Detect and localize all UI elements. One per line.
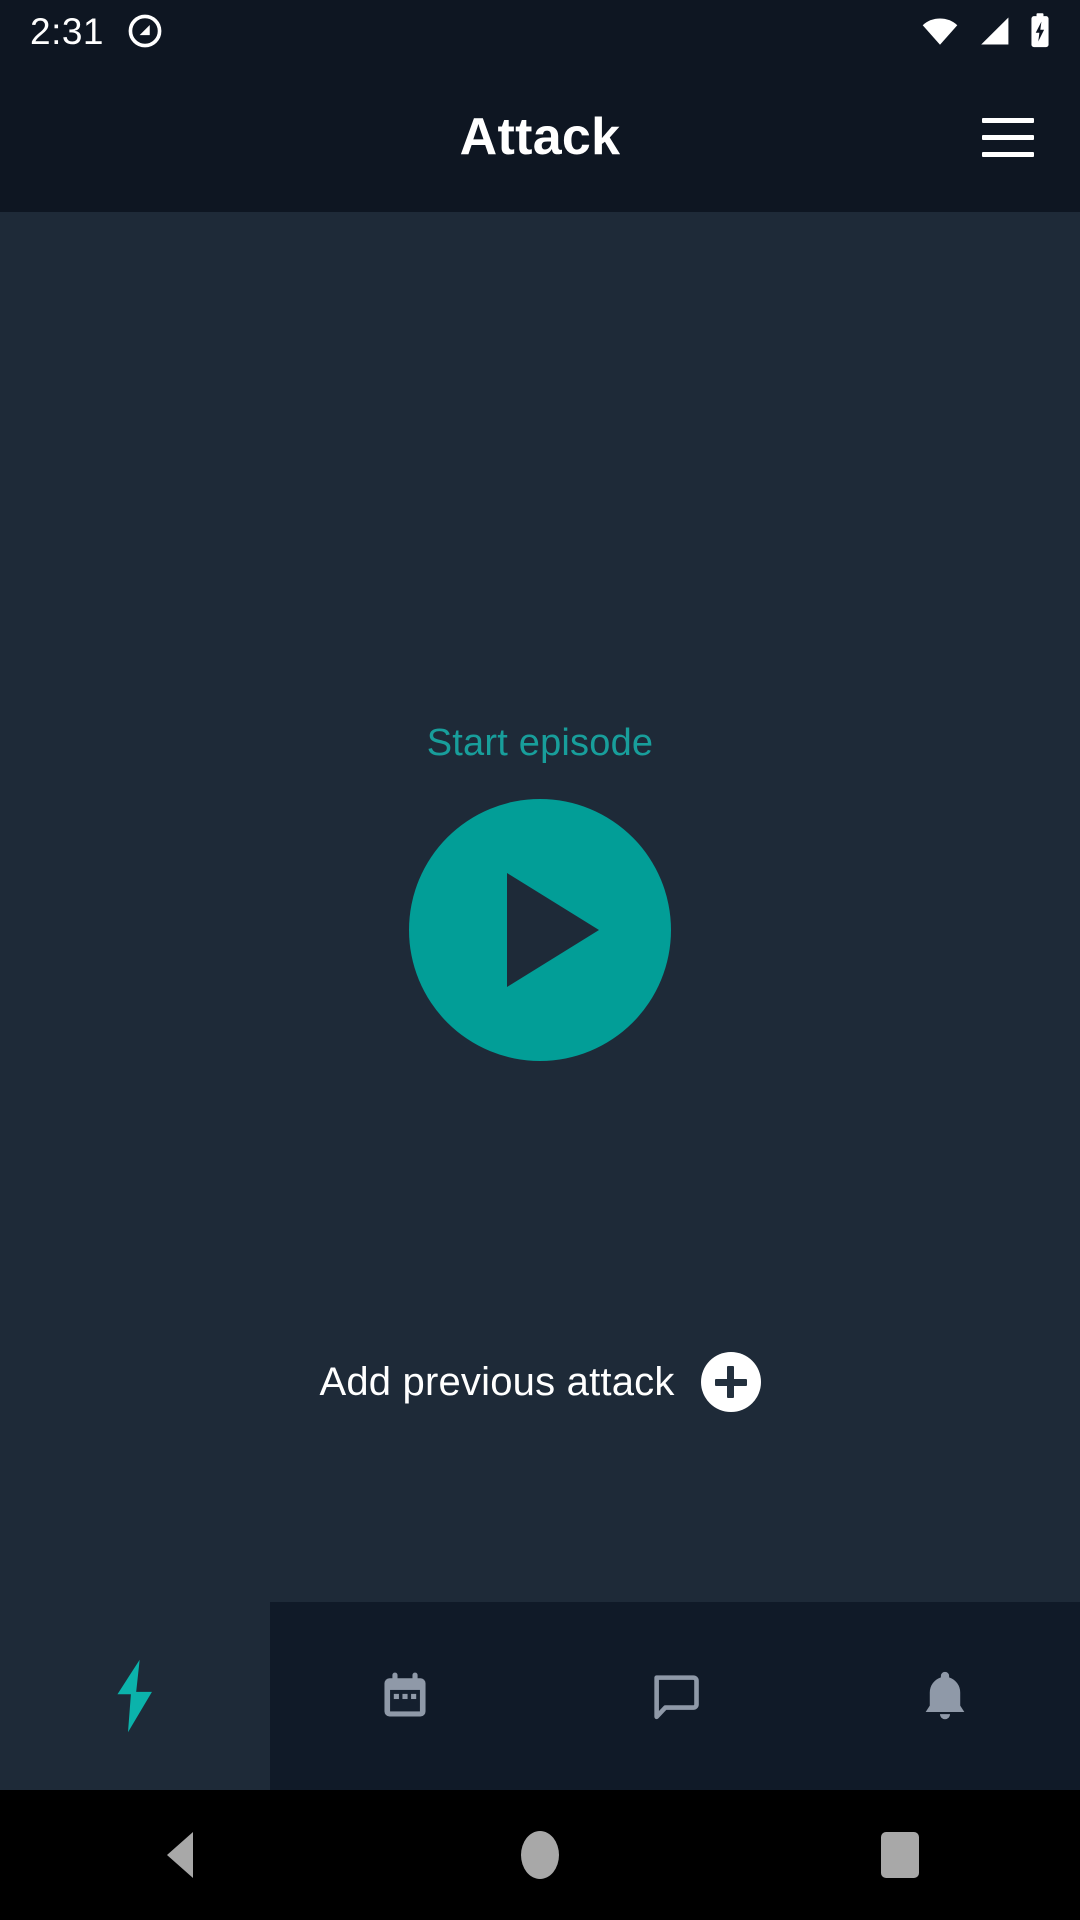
app-root: 2:31 Attack Start episode Add previous a… bbox=[0, 0, 1080, 1920]
menu-line-1 bbox=[982, 117, 1034, 123]
status-bar: 2:31 bbox=[0, 0, 1080, 62]
nav-home-button[interactable] bbox=[450, 1790, 630, 1920]
start-episode-play-button[interactable] bbox=[409, 799, 671, 1061]
wifi-icon bbox=[920, 15, 960, 47]
cellular-signal-icon bbox=[975, 15, 1013, 47]
start-episode-block: Start episode bbox=[0, 722, 1080, 1061]
main-content: Start episode Add previous attack bbox=[0, 212, 1080, 1602]
bell-icon bbox=[918, 1667, 972, 1725]
status-clock: 2:31 bbox=[30, 10, 105, 52]
tab-calendar[interactable] bbox=[270, 1602, 540, 1790]
start-episode-label: Start episode bbox=[426, 722, 654, 764]
android-navigation-bar bbox=[0, 1790, 1080, 1920]
chat-bubble-icon bbox=[646, 1667, 704, 1725]
page-title: Attack bbox=[459, 108, 621, 166]
hamburger-menu-icon[interactable] bbox=[962, 91, 1054, 183]
menu-line-2 bbox=[982, 134, 1034, 140]
add-previous-attack-button[interactable]: Add previous attack bbox=[0, 1352, 1080, 1412]
app-bar: Attack bbox=[0, 62, 1080, 212]
android-q-icon bbox=[126, 12, 164, 50]
bottom-tab-bar bbox=[0, 1602, 1080, 1790]
play-icon bbox=[507, 873, 599, 987]
menu-line-3 bbox=[982, 151, 1034, 157]
square-recents-icon bbox=[881, 1832, 919, 1878]
calendar-icon bbox=[377, 1668, 433, 1724]
status-bar-right bbox=[920, 12, 1052, 50]
triangle-back-icon bbox=[167, 1832, 193, 1878]
lightning-bolt-icon bbox=[108, 1658, 162, 1734]
tab-attack[interactable] bbox=[0, 1602, 270, 1790]
plus-circle-icon bbox=[700, 1352, 761, 1412]
status-bar-left: 2:31 bbox=[30, 12, 164, 50]
nav-recents-button[interactable] bbox=[810, 1790, 990, 1920]
tab-messages[interactable] bbox=[540, 1602, 810, 1790]
circle-home-icon bbox=[521, 1831, 559, 1879]
battery-charging-icon bbox=[1028, 12, 1052, 50]
tab-notifications[interactable] bbox=[810, 1602, 1080, 1790]
nav-back-button[interactable] bbox=[90, 1790, 270, 1920]
add-previous-attack-label: Add previous attack bbox=[319, 1359, 675, 1404]
